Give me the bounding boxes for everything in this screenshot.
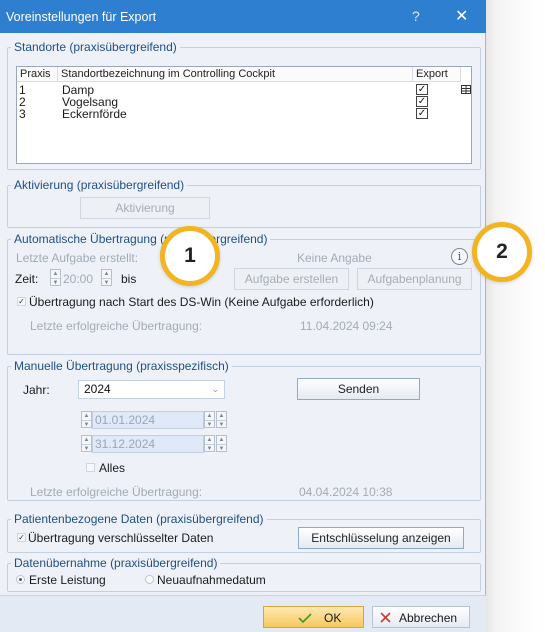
erste-leistung-label: Erste Leistung	[29, 573, 106, 587]
senden-button[interactable]: Senden	[297, 378, 420, 400]
start-uebertragung-checkbox[interactable]: ✓	[17, 297, 26, 306]
info-icon[interactable]: i	[451, 248, 468, 265]
start-uebertragung-label: Übertragung nach Start des DS-Win (Keine…	[29, 295, 374, 309]
aktivierung-button[interactable]: Aktivierung	[80, 197, 210, 219]
jahr-value: 2024	[84, 382, 111, 396]
letzte-uebertragung-value: 11.04.2024 09:24	[300, 319, 393, 333]
column-header-export[interactable]: Export	[413, 67, 461, 82]
window-title: Voreinstellungen für Export	[6, 10, 157, 24]
aufgabe-erstellen-button[interactable]: Aufgabe erstellen	[234, 268, 349, 290]
aktivierung-group: Aktivierung (praxisübergreifend) Aktivie…	[7, 178, 481, 228]
zeit-label: Zeit:	[15, 272, 39, 286]
date-from-stepper-down[interactable]: ▲ ▼	[216, 411, 227, 428]
manuelle-uebertragung-group: Manuelle Übertragung (praxisspezifisch) …	[7, 359, 481, 501]
bis-label: bis	[121, 272, 137, 286]
close-icon[interactable]: ✕	[455, 6, 468, 26]
verschluesselt-label: Übertragung verschlüsselter Daten	[28, 531, 214, 545]
cancel-label: Abbrechen	[399, 611, 458, 625]
x-icon	[380, 612, 391, 623]
date-to-stepper-up[interactable]: ▲ ▼	[204, 435, 215, 452]
patienten-group-label: Patientenbezogene Daten (praxisübergreif…	[11, 512, 267, 526]
export-checkbox-1[interactable]: ✓	[416, 84, 428, 95]
entschluesselung-button[interactable]: Entschlüsselung anzeigen	[298, 527, 464, 549]
table-export-icon[interactable]	[461, 85, 471, 94]
letzte-manuell-label: Letzte erfolgreiche Übertragung:	[30, 485, 203, 499]
patientenbezogene-daten-group: Patientenbezogene Daten (praxisübergreif…	[7, 512, 481, 553]
window-shadow	[486, 0, 545, 632]
alles-label: Alles	[99, 461, 126, 475]
title-bar: Voreinstellungen für Export ? ✕	[0, 0, 486, 33]
column-header-bezeichnung[interactable]: Standortbezeichnung im Controlling Cockp…	[58, 67, 413, 82]
chevron-down-icon: ⌄	[211, 384, 219, 394]
letzte-aufgabe-value: Keine Angabe	[297, 251, 372, 265]
standorte-group-label: Standorte (praxisübergreifend)	[11, 40, 180, 54]
letzte-uebertragung-label: Letzte erfolgreiche Übertragung:	[30, 319, 203, 333]
manuell-group-label: Manuelle Übertragung (praxisspezifisch)	[11, 359, 232, 373]
date-to-field[interactable]: 31.12.2024	[92, 435, 204, 453]
daten-group-label: Datenübernahme (praxisübergreifend)	[11, 556, 221, 570]
table-row-praxis: 3	[19, 107, 26, 121]
zeit-from-stepper[interactable]: ▲ ▼	[50, 269, 61, 286]
cancel-button[interactable]: Abbrechen	[372, 606, 470, 628]
date-to-stepper[interactable]: ▲ ▼	[81, 435, 92, 452]
radio-neuaufnahmedatum[interactable]	[145, 575, 154, 584]
alles-checkbox[interactable]	[86, 463, 95, 472]
help-icon[interactable]: ?	[412, 8, 420, 24]
callout-marker-2: 2	[472, 222, 532, 282]
date-to-stepper-down[interactable]: ▲ ▼	[216, 435, 227, 452]
table-row-name: Eckernförde	[62, 107, 127, 121]
datenuebernahme-group: Datenübernahme (praxisübergreifend) Erst…	[7, 556, 481, 592]
export-checkbox-3[interactable]: ✓	[416, 108, 428, 119]
check-icon	[298, 613, 312, 623]
letzte-aufgabe-label: Letzte Aufgabe erstellt:	[16, 251, 139, 265]
column-header-praxis[interactable]: Praxis	[17, 67, 58, 82]
export-checkbox-2[interactable]: ✓	[416, 96, 428, 107]
date-from-field[interactable]: 01.01.2024	[92, 411, 204, 429]
callout-marker-1: 1	[160, 226, 220, 286]
jahr-select[interactable]: 2024 ⌄	[78, 380, 225, 399]
aktivierung-group-label: Aktivierung (praxisübergreifend)	[11, 178, 188, 192]
standorte-group: Standorte (praxisübergreifend) Praxis St…	[7, 40, 481, 170]
automatische-uebertragung-group: Automatische Übertragung (praxisübergrei…	[7, 232, 481, 355]
verschluesselt-checkbox[interactable]: ✓	[17, 533, 26, 542]
date-from-stepper-up[interactable]: ▲ ▼	[204, 411, 215, 428]
aufgabenplanung-button[interactable]: Aufgabenplanung	[357, 268, 472, 290]
standorte-table[interactable]: Praxis Standortbezeichnung im Controllin…	[16, 66, 472, 164]
zeit-from-stepper-right[interactable]: ▲ ▼	[101, 269, 112, 286]
neuaufnahmedatum-label: Neuaufnahmedatum	[157, 573, 266, 587]
jahr-label: Jahr:	[23, 383, 50, 397]
date-from-stepper[interactable]: ▲ ▼	[81, 411, 92, 428]
radio-erste-leistung[interactable]	[16, 575, 25, 584]
letzte-manuell-value: 04.04.2024 10:38	[299, 485, 393, 499]
automatisch-group-label: Automatische Übertragung (praxisübergrei…	[11, 232, 271, 246]
ok-label: OK	[324, 611, 342, 625]
export-settings-dialog: Voreinstellungen für Export ? ✕ Standort…	[0, 0, 486, 632]
ok-button[interactable]: OK	[263, 606, 364, 628]
zeit-from-value[interactable]: 20:00	[63, 272, 93, 286]
